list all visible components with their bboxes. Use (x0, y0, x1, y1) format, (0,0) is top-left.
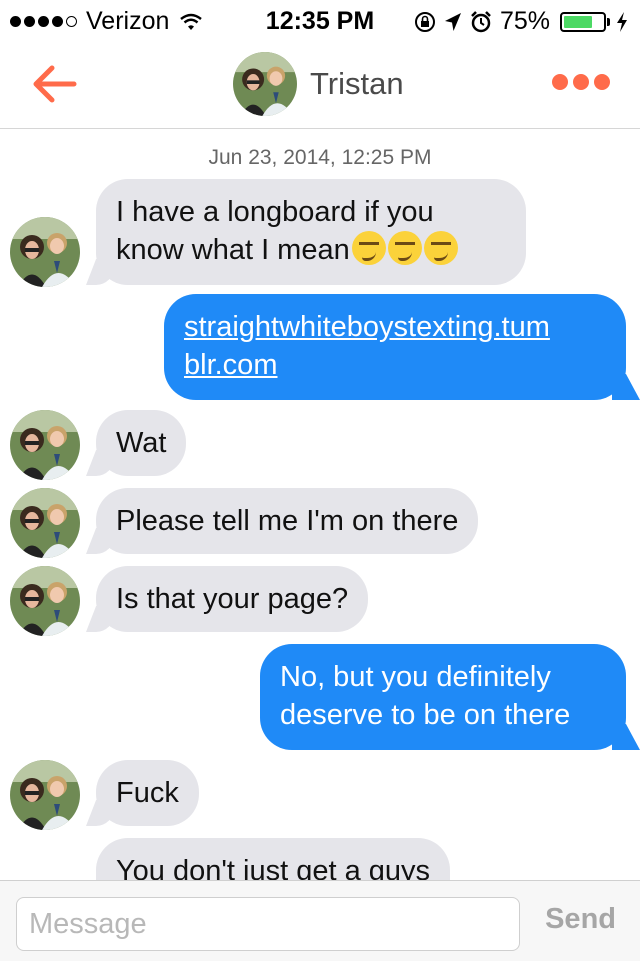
message-text: know what I mean (116, 234, 350, 266)
smirk-emoji-icon (351, 231, 386, 265)
back-arrow-icon[interactable] (30, 64, 78, 104)
smirk-emoji-icon (423, 231, 458, 265)
contact-avatar[interactable] (233, 52, 297, 116)
nav-bar: Tristan (0, 40, 640, 129)
message-link[interactable]: straightwhiteboystexting.tum (184, 308, 606, 346)
message-input[interactable] (16, 897, 520, 951)
location-arrow-icon (444, 12, 461, 31)
charging-bolt-icon (617, 11, 627, 32)
message-line: know what I mean (116, 231, 506, 269)
sender-avatar (10, 488, 80, 558)
send-button[interactable]: Send (545, 903, 616, 936)
battery-percent: 75% (499, 7, 550, 35)
alarm-icon (471, 10, 491, 32)
sender-avatar (10, 217, 80, 287)
status-right: 75% (406, 7, 628, 36)
message-line: I have a longboard if you (116, 196, 434, 228)
incoming-message: Wat (96, 410, 187, 476)
status-bar: Verizon 12:35 PM 75% (0, 0, 640, 40)
incoming-message: I have a longboard if you know what I me… (96, 179, 526, 285)
message-line: No, but you definitely (280, 661, 551, 693)
incoming-message: Please tell me I'm on there (96, 488, 479, 554)
battery-icon (560, 11, 610, 32)
smirk-emoji-icon (387, 231, 422, 265)
message-line: deserve to be on there (280, 699, 571, 731)
conversation-date: Jun 23, 2014, 12:25 PM (208, 146, 432, 169)
sender-avatar (10, 566, 80, 636)
outgoing-message: straightwhiteboystexting.tum blr.com (164, 294, 626, 400)
outgoing-message: No, but you definitely deserve to be on … (260, 644, 626, 750)
sender-avatar (10, 410, 80, 480)
contact-name: Tristan (310, 66, 404, 101)
sender-avatar (10, 760, 80, 830)
message-link[interactable]: blr.com (184, 346, 606, 384)
more-options-icon[interactable] (547, 74, 610, 90)
battery-fill (564, 15, 592, 28)
incoming-message: Is that your page? (96, 566, 369, 632)
incoming-message: Fuck (96, 760, 199, 826)
message-composer: Send (0, 880, 640, 961)
rotation-lock-icon (414, 11, 435, 32)
